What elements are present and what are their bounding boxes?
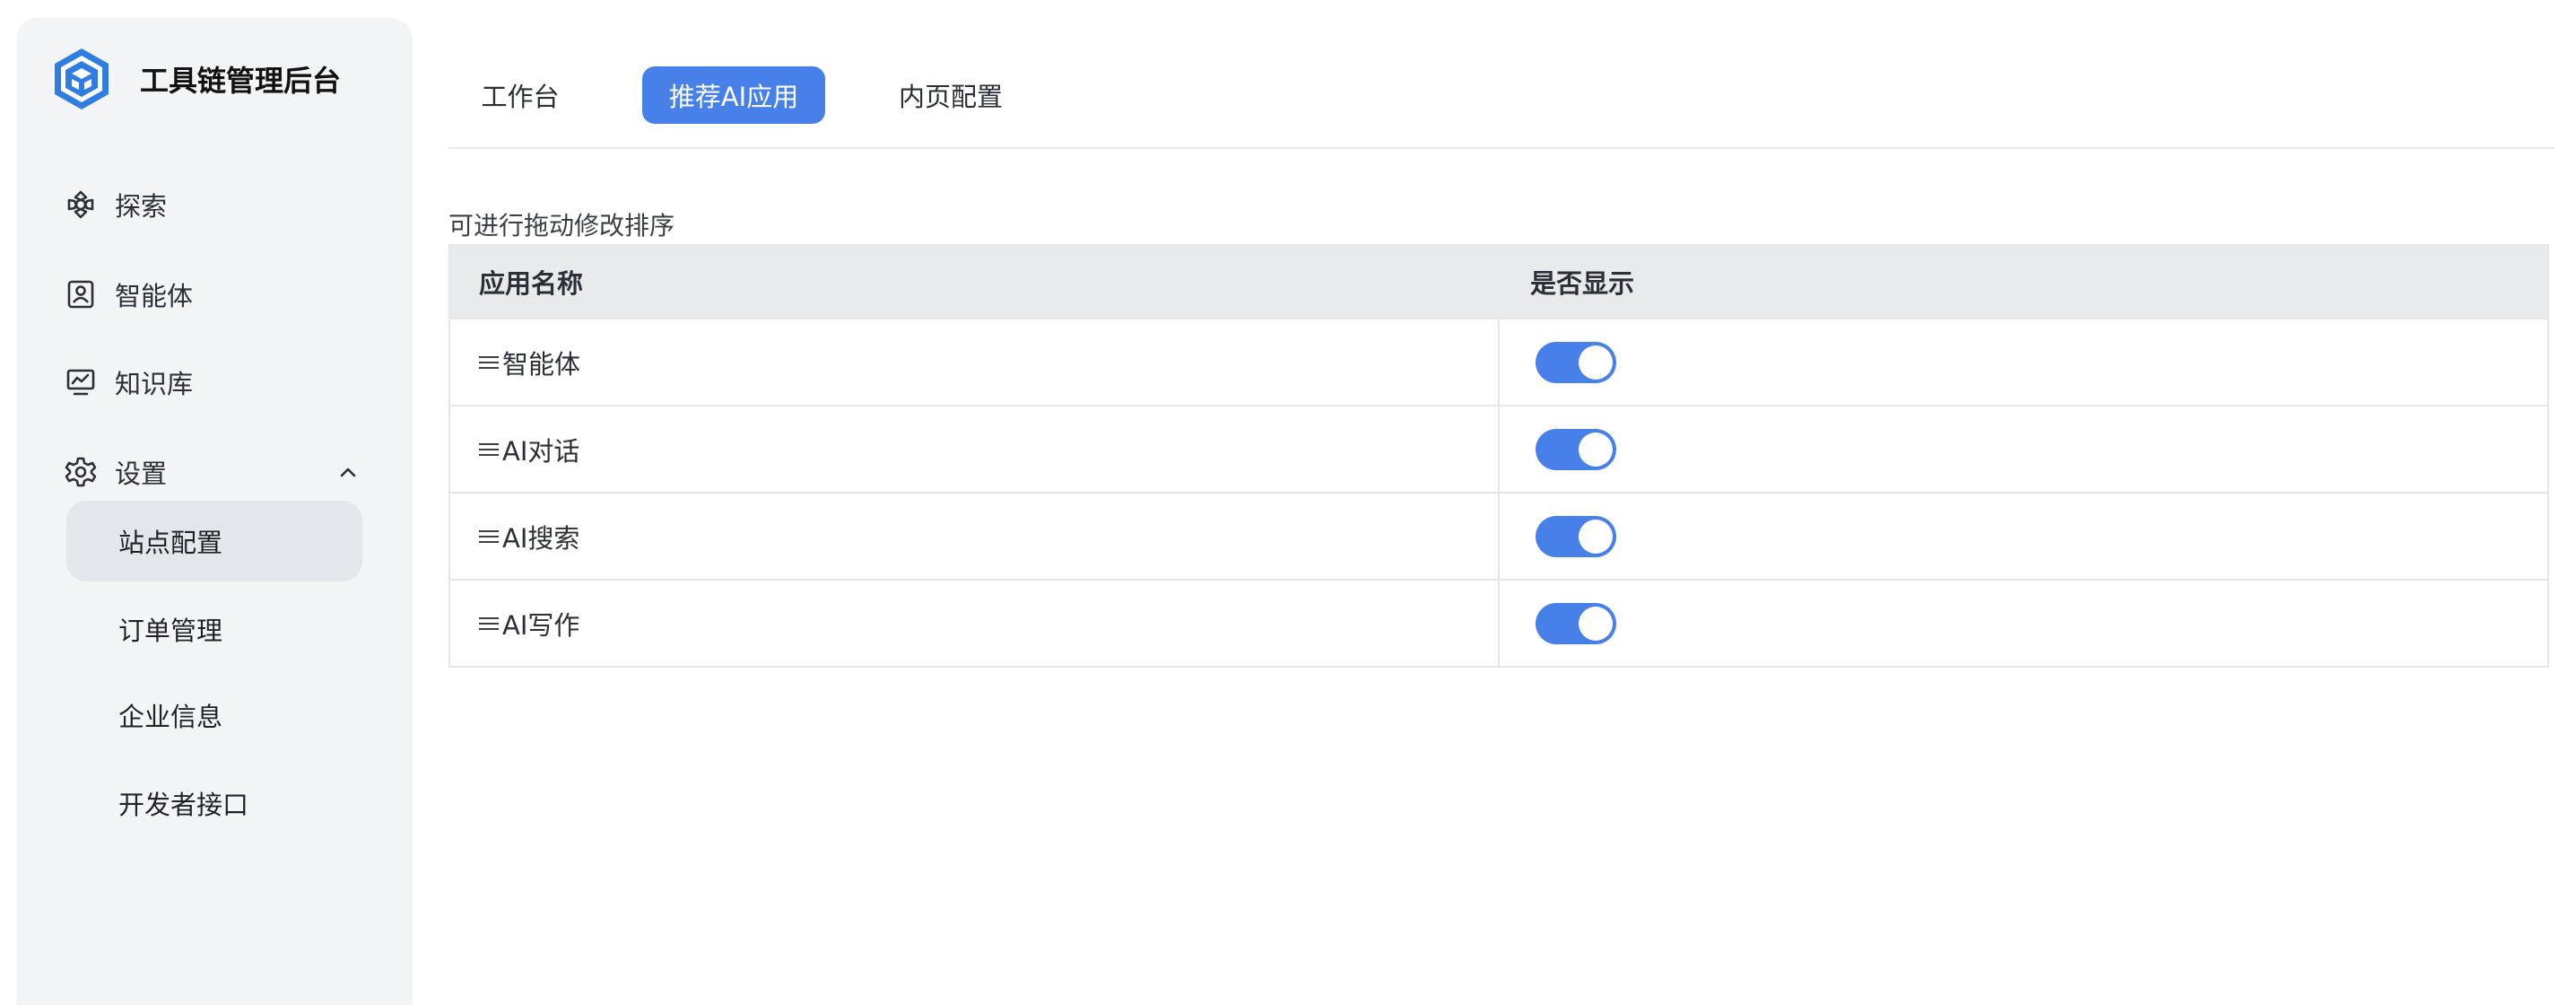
tab-bar: 工作台 推荐AI应用 内页配置	[448, 36, 2554, 149]
toggle-knob	[1579, 345, 1613, 380]
toggle-knob	[1579, 432, 1613, 467]
table-row[interactable]: 智能体	[450, 318, 2547, 405]
drag-sort-hint: 可进行拖动修改排序	[448, 211, 675, 240]
sidebar-item-label: 探索	[115, 191, 168, 222]
app-name: AI对话	[502, 435, 580, 467]
app-name-cell[interactable]: AI搜索	[450, 494, 1500, 579]
tab-inner-page-config[interactable]: 内页配置	[870, 66, 1031, 124]
chevron-up-icon[interactable]	[335, 459, 361, 485]
sidebar-item-label: 知识库	[115, 369, 194, 399]
gear-icon	[65, 457, 97, 487]
app-name: AI写作	[502, 609, 580, 641]
visible-cell	[1500, 581, 2547, 666]
visible-cell	[1500, 494, 2547, 579]
visibility-toggle[interactable]	[1536, 428, 1616, 470]
app-title: 工具链管理后台	[140, 64, 342, 98]
sidebar-item-explore[interactable]: 探索	[65, 179, 167, 230]
sidebar-subitem-developer-api[interactable]: 开发者接口	[66, 763, 362, 843]
drag-handle-icon[interactable]	[479, 529, 499, 543]
sidebar-item-agent[interactable]: 智能体	[65, 269, 193, 319]
agent-icon	[67, 280, 94, 309]
toggle-knob	[1579, 606, 1613, 641]
table-header: 应用名称 是否显示	[450, 246, 2547, 318]
sidebar-item-label: 智能体	[115, 281, 194, 311]
table-row[interactable]: AI对话	[450, 405, 2547, 492]
visibility-toggle[interactable]	[1536, 341, 1616, 383]
sidebar-subitem-order-management[interactable]: 订单管理	[66, 589, 362, 669]
sidebar-item-label: 设置	[115, 459, 168, 489]
app-logo-icon	[55, 48, 109, 109]
brand: 工具链管理后台	[52, 45, 341, 113]
app-name-cell[interactable]: AI写作	[450, 581, 1500, 666]
sidebar-subitem-site-config[interactable]: 站点配置	[66, 501, 362, 581]
column-header-app-name: 应用名称	[479, 268, 584, 299]
app-name-cell[interactable]: 智能体	[450, 319, 1500, 405]
table-row[interactable]: AI搜索	[450, 492, 2547, 579]
toggle-knob	[1579, 519, 1613, 554]
table-row[interactable]: AI写作	[450, 579, 2547, 666]
drag-handle-icon[interactable]	[479, 442, 499, 456]
visible-cell	[1500, 406, 2547, 492]
column-header-visible: 是否显示	[1530, 268, 1635, 299]
visibility-toggle[interactable]	[1536, 515, 1616, 557]
sidebar: 工具链管理后台 探索 智能体 知识库 设置 站点配置 订单管理 企业信息 开发者…	[16, 18, 413, 1005]
drag-handle-icon[interactable]	[479, 355, 499, 369]
sidebar-item-knowledge[interactable]: 知识库	[65, 357, 193, 407]
tab-workbench[interactable]: 工作台	[448, 66, 592, 124]
app-name: 智能体	[502, 348, 581, 380]
app-name: AI搜索	[502, 522, 580, 554]
drag-handle-icon[interactable]	[479, 616, 499, 630]
sidebar-subitem-company-info[interactable]: 企业信息	[66, 675, 362, 756]
sidebar-item-settings[interactable]: 设置	[65, 447, 361, 497]
explore-icon	[67, 190, 94, 219]
visible-cell	[1500, 319, 2547, 405]
apps-table: 应用名称 是否显示 智能体 AI对话 AI搜索 AI写作	[448, 244, 2549, 668]
visibility-toggle[interactable]	[1536, 602, 1616, 644]
knowledge-icon	[66, 369, 95, 396]
tab-recommended-ai-apps[interactable]: 推荐AI应用	[642, 66, 825, 124]
app-name-cell[interactable]: AI对话	[450, 406, 1500, 492]
